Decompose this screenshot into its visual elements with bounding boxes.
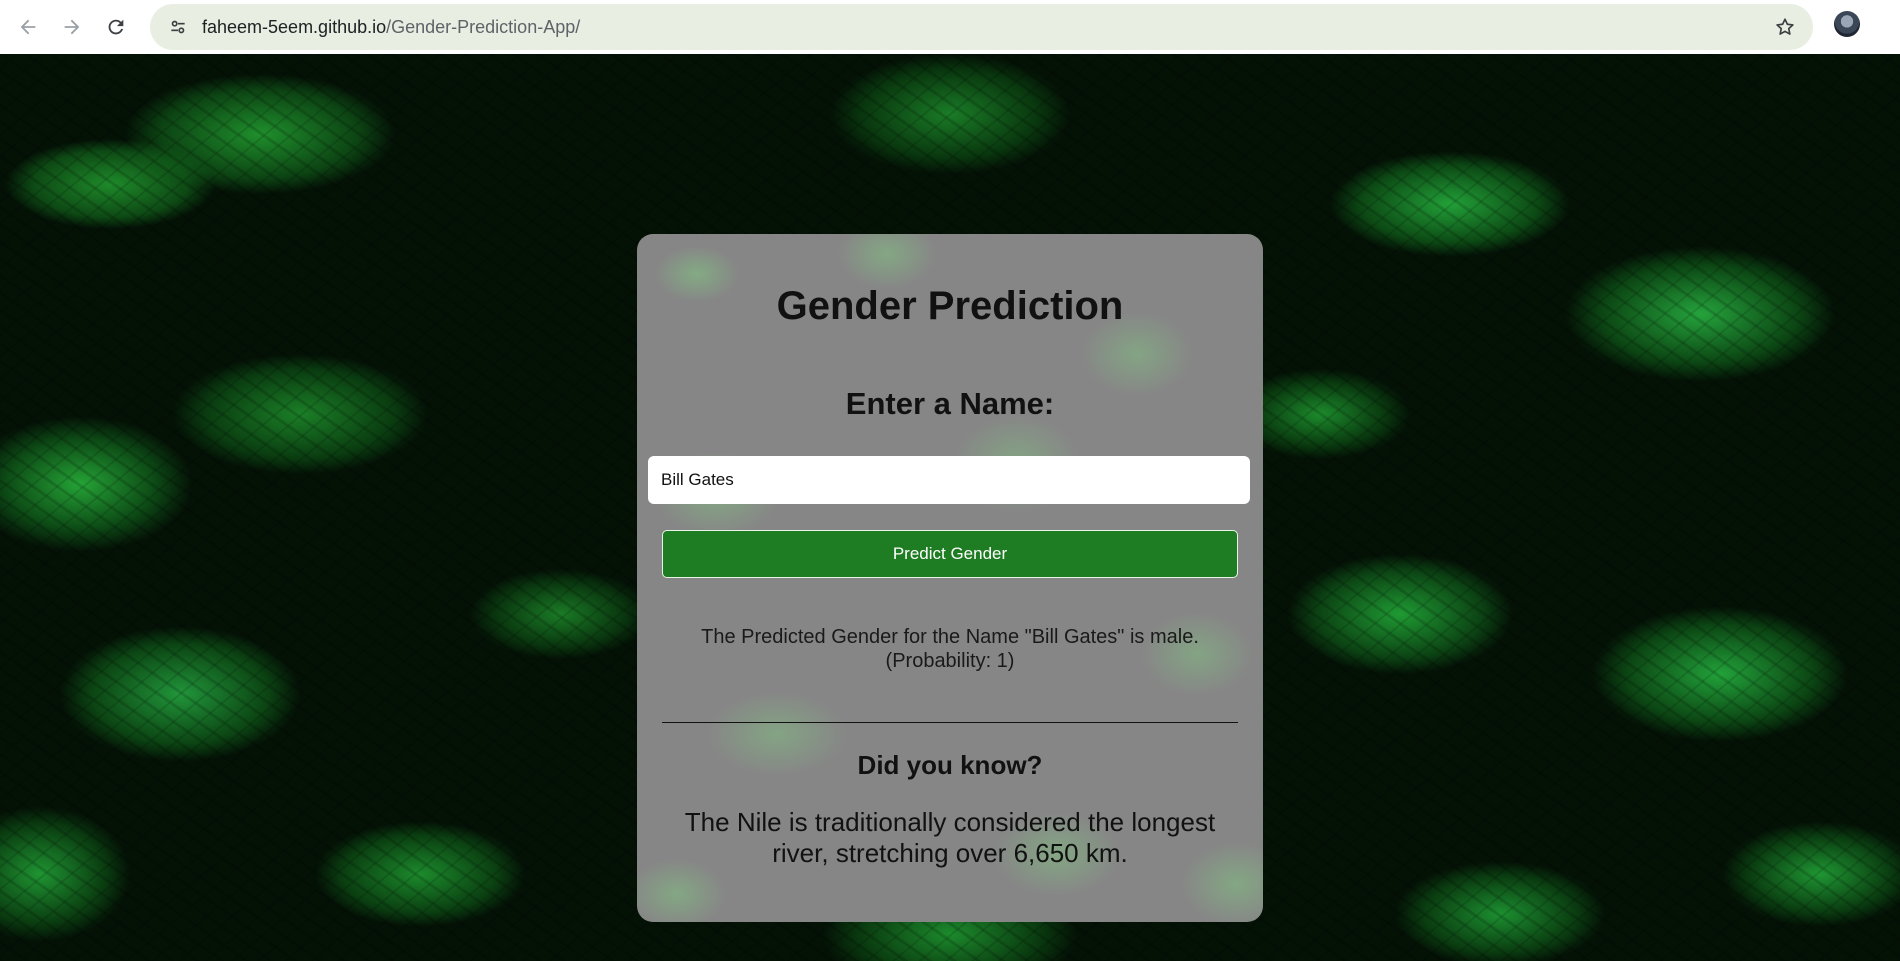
arrow-left-icon: [20, 19, 36, 35]
url-host: faheem-5eem.github.io: [202, 16, 387, 37]
name-label: Enter a Name:: [845, 386, 1055, 421]
url-text: faheem-5eem.github.io/Gender-Prediction-…: [202, 17, 580, 38]
arrow-right-icon: [64, 19, 80, 35]
browser-toolbar: faheem-5eem.github.io/Gender-Prediction-…: [0, 0, 1900, 54]
did-you-know-fact: The Nile is traditionally considered the…: [684, 807, 1216, 868]
tune-icon: [171, 20, 185, 34]
forward-button[interactable]: [50, 5, 94, 49]
url-path: /Gender-Prediction-App/: [386, 16, 581, 37]
page-title: Gender Prediction: [776, 284, 1124, 328]
reload-button[interactable]: [94, 5, 138, 49]
page-background: Gender Prediction Enter a Name: Predict …: [0, 54, 1900, 961]
did-you-know-heading: Did you know?: [857, 750, 1043, 780]
divider: [662, 722, 1238, 723]
avatar[interactable]: [1834, 11, 1860, 37]
star-icon: [1776, 18, 1794, 35]
back-button[interactable]: [6, 5, 50, 49]
bookmark-button[interactable]: [1771, 13, 1799, 41]
address-bar[interactable]: faheem-5eem.github.io/Gender-Prediction-…: [150, 4, 1813, 50]
prediction-card: Gender Prediction Enter a Name: Predict …: [637, 234, 1263, 922]
result-text: The Predicted Gender for the Name "Bill …: [701, 626, 1199, 648]
predict-gender-button[interactable]: Predict Gender: [662, 530, 1238, 578]
reload-icon: [108, 19, 124, 35]
result-probability: (Probability: 1): [885, 650, 1015, 672]
site-info-button[interactable]: [156, 5, 200, 49]
prediction-result: The Predicted Gender for the Name "Bill …: [677, 625, 1223, 673]
name-input[interactable]: [648, 456, 1250, 504]
